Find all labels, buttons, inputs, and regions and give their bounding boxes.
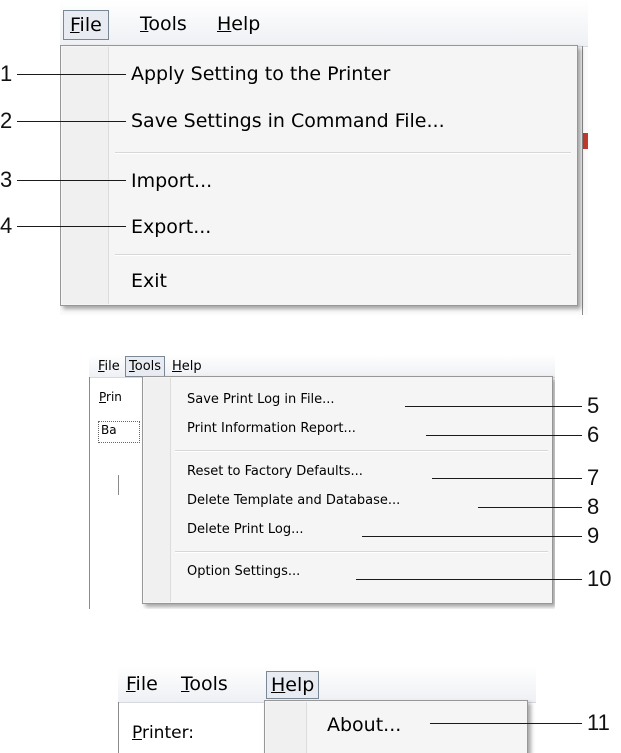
- menu-bar: File Tools Help: [60, 0, 588, 47]
- menu-bar: File Tools Help: [89, 355, 555, 378]
- tools-menu-screenshot: File Tools Help Prin Ba Save Print Log i…: [89, 355, 555, 609]
- file-menu-screenshot: File Tools Help Apply Setting to the Pri…: [60, 0, 588, 315]
- menu-item-reset-factory[interactable]: Reset to Factory Defaults...: [187, 463, 363, 481]
- menu-item-delete-print-log[interactable]: Delete Print Log...: [187, 521, 304, 539]
- background-tab-label: Ba: [101, 423, 117, 437]
- menu-help[interactable]: Help: [266, 671, 320, 699]
- menu-item-import[interactable]: Import...: [131, 167, 212, 195]
- callout-number: 9: [587, 523, 600, 548]
- background-icon: [583, 133, 588, 149]
- menu-item-exit[interactable]: Exit: [131, 267, 167, 295]
- callout-number: 7: [587, 465, 600, 490]
- window-edge: [89, 377, 90, 609]
- callout-leader: [430, 723, 582, 724]
- callout-leader: [17, 180, 126, 181]
- callout-number: 5: [587, 393, 600, 418]
- callout-leader: [405, 406, 582, 407]
- menu-item-print-info-report[interactable]: Print Information Report...: [187, 420, 356, 438]
- window-edge: [582, 46, 583, 315]
- menu-item-apply-setting[interactable]: Apply Setting to the Printer: [131, 60, 390, 88]
- printer-label: Prin: [99, 390, 122, 404]
- menu-icon-column: [144, 378, 171, 602]
- menu-bar: File Tools Help: [118, 666, 536, 703]
- menu-help[interactable]: Help: [217, 10, 260, 38]
- menu-item-export[interactable]: Export...: [131, 213, 211, 241]
- callout-number: 4: [0, 213, 13, 238]
- callout-leader: [17, 121, 126, 122]
- menu-item-about[interactable]: About...: [327, 712, 401, 738]
- menu-item-option-settings[interactable]: Option Settings...: [187, 563, 300, 581]
- callout-leader: [17, 226, 126, 227]
- help-menu-screenshot: File Tools Help Printer: About...: [118, 666, 536, 753]
- callout-number: 10: [587, 566, 612, 591]
- menu-separator: [175, 450, 548, 452]
- callout-number: 1: [0, 61, 13, 86]
- tools-dropdown: Save Print Log in File... Print Informat…: [142, 376, 553, 604]
- menu-icon-column: [266, 702, 307, 753]
- callout-leader: [478, 507, 582, 508]
- menu-file[interactable]: File: [98, 358, 120, 375]
- menu-item-save-settings[interactable]: Save Settings in Command File...: [131, 107, 445, 135]
- callout-leader: [432, 478, 582, 479]
- help-dropdown: About...: [264, 700, 528, 753]
- file-dropdown: Apply Setting to the Printer Save Settin…: [60, 45, 578, 306]
- printer-label: Printer:: [132, 723, 194, 743]
- callout-leader: [362, 536, 582, 537]
- menu-file[interactable]: File: [63, 10, 109, 40]
- menu-tools[interactable]: Tools: [125, 356, 166, 377]
- menu-help[interactable]: Help: [172, 358, 202, 375]
- callout-number: 2: [0, 108, 13, 133]
- menu-file[interactable]: File: [126, 672, 158, 697]
- menu-tools[interactable]: Tools: [181, 672, 228, 697]
- menu-separator: [115, 254, 571, 256]
- menu-item-delete-template[interactable]: Delete Template and Database...: [187, 492, 400, 510]
- menu-separator: [115, 152, 571, 154]
- menu-tools[interactable]: Tools: [140, 10, 187, 38]
- callout-leader: [356, 579, 582, 580]
- callout-number: 11: [587, 710, 610, 735]
- callout-leader: [426, 435, 582, 436]
- callout-leader: [17, 74, 126, 75]
- menu-item-save-print-log[interactable]: Save Print Log in File...: [187, 391, 335, 409]
- menu-separator: [175, 551, 548, 553]
- window-edge: [118, 475, 119, 495]
- callout-number: 3: [0, 167, 13, 192]
- window-edge: [118, 702, 119, 753]
- callout-number: 6: [587, 422, 600, 447]
- menu-icon-column: [62, 47, 109, 304]
- callout-number: 8: [587, 494, 600, 519]
